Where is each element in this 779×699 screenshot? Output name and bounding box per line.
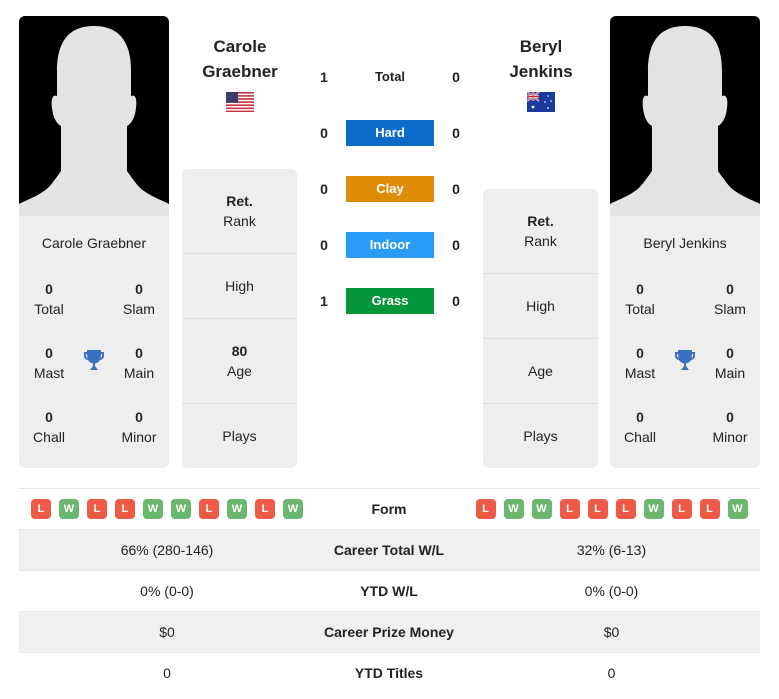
form-loss-badge[interactable]: L — [671, 499, 692, 519]
stats-row-ytd-wl: 0% (0-0) YTD W/L 0% (0-0) — [19, 570, 760, 611]
form-win-badge[interactable]: W — [227, 499, 247, 519]
left-titles-grid: 0 Total 0 Slam 0 Mast 0 Main 0 Chall 0 Minor — [19, 279, 169, 468]
titles-mast: 0 Mast — [624, 345, 656, 381]
titles-mast: 0 Mast — [33, 345, 65, 381]
right-player-name-line1[interactable]: Beryl — [476, 34, 606, 59]
titles-minor: 0 Minor — [121, 409, 157, 445]
form-loss-badge[interactable]: L — [31, 499, 51, 519]
stats-row-career-wl: 66% (280-146) Career Total W/L 32% (6-13… — [19, 529, 760, 570]
titles-chall: 0 Chall — [624, 409, 656, 445]
form-loss-badge[interactable]: L — [615, 499, 636, 519]
form-loss-badge[interactable]: L — [87, 499, 107, 519]
titles-total: 0 Total — [625, 281, 655, 317]
right-titles-grid: 0 Total 0 Slam 0 Mast 0 Main 0 Chall 0 Minor — [610, 279, 760, 468]
stats-row-ytd-titles: 0 YTD Titles 0 — [19, 652, 760, 693]
silhouette-icon — [610, 26, 760, 216]
form-win-badge[interactable]: W — [643, 499, 664, 519]
left-high: High — [182, 254, 297, 319]
form-loss-badge[interactable]: L — [559, 499, 580, 519]
left-form: LWLLWWLWLW — [19, 499, 315, 519]
surface-total-label: Total — [374, 69, 406, 84]
titles-minor: 0 Minor — [712, 409, 748, 445]
surface-grass-badge: Grass — [346, 288, 434, 314]
h2h-row-total: 1 Total 0 — [310, 64, 470, 90]
right-age: Age — [483, 339, 598, 404]
form-loss-badge[interactable]: L — [115, 499, 135, 519]
stat-label: YTD Titles — [354, 665, 424, 681]
trophy-icon — [675, 350, 695, 370]
left-player-photo — [19, 16, 169, 216]
stats-table: LWLLWWLWLW Form LWWLLLWLLW 66% (280-146)… — [19, 488, 760, 693]
left-player-header: Carole Graebner — [175, 34, 305, 115]
right-plays: Plays — [523, 428, 558, 444]
australia-flag-icon — [527, 92, 555, 112]
titles-main: 0 Main — [123, 345, 155, 381]
silhouette-icon — [19, 26, 169, 216]
left-value: $0 — [159, 624, 175, 640]
right-info-card: Ret. Rank High Age Plays — [483, 189, 598, 468]
left-player-name[interactable]: Carole Graebner — [19, 235, 169, 255]
left-rank: Ret. Rank — [182, 169, 297, 254]
left-value: 66% (280-146) — [120, 542, 214, 558]
left-age: 80 Age — [182, 319, 297, 404]
form-win-badge[interactable]: W — [531, 499, 552, 519]
form-win-badge[interactable]: W — [143, 499, 163, 519]
form-loss-badge[interactable]: L — [255, 499, 275, 519]
right-value: 32% (6-13) — [576, 542, 647, 558]
form-label: Form — [371, 501, 407, 517]
trophy-icon — [84, 350, 104, 370]
form-win-badge[interactable]: W — [59, 499, 79, 519]
form-win-badge[interactable]: W — [727, 499, 748, 519]
right-rank: Ret. Rank — [483, 189, 598, 274]
left-plays: Plays — [222, 428, 257, 444]
right-high: High — [483, 274, 598, 339]
left-player-name-line2[interactable]: Graebner — [175, 59, 305, 84]
right-player-photo — [610, 16, 760, 216]
form-loss-badge[interactable]: L — [699, 499, 720, 519]
right-value: 0% (0-0) — [584, 583, 639, 599]
right-value: $0 — [603, 624, 620, 640]
right-value: 0 — [607, 665, 616, 681]
form-row: LWLLWWLWLW Form LWWLLLWLLW — [19, 488, 760, 529]
right-player-header: Beryl Jenkins — [476, 34, 606, 115]
stat-label: Career Prize Money — [324, 624, 454, 640]
form-win-badge[interactable]: W — [171, 499, 191, 519]
titles-slam: 0 Slam — [714, 281, 746, 317]
form-loss-badge[interactable]: L — [587, 499, 608, 519]
h2h-row-indoor: 0 Indoor 0 — [310, 232, 470, 258]
surface-hard-badge: Hard — [346, 120, 434, 146]
h2h-row-hard: 0 Hard 0 — [310, 120, 470, 146]
stats-row-prize-money: $0 Career Prize Money $0 — [19, 611, 760, 652]
right-form: LWWLLLWLLW — [463, 499, 760, 519]
left-value: 0 — [163, 665, 171, 681]
titles-total: 0 Total — [34, 281, 64, 317]
titles-chall: 0 Chall — [33, 409, 65, 445]
left-info-card: Ret. Rank High 80 Age Plays — [182, 169, 297, 468]
form-win-badge[interactable]: W — [503, 499, 524, 519]
h2h-row-grass: 1 Grass 0 — [310, 288, 470, 314]
left-player-name-line1[interactable]: Carole — [175, 34, 305, 59]
left-value: 0% (0-0) — [140, 583, 194, 599]
surface-indoor-badge: Indoor — [346, 232, 434, 258]
titles-slam: 0 Slam — [123, 281, 155, 317]
us-flag-icon — [226, 92, 254, 112]
form-win-badge[interactable]: W — [283, 499, 303, 519]
stat-label: Career Total W/L — [333, 542, 445, 558]
form-loss-badge[interactable]: L — [199, 499, 219, 519]
surface-clay-badge: Clay — [346, 176, 434, 202]
right-player-name[interactable]: Beryl Jenkins — [610, 235, 760, 255]
right-player-card: Beryl Jenkins 0 Total 0 Slam 0 Mast 0 Main 0… — [610, 16, 760, 468]
h2h-row-clay: 0 Clay 0 — [310, 176, 470, 202]
form-loss-badge[interactable]: L — [475, 499, 496, 519]
right-player-name-line2[interactable]: Jenkins — [476, 59, 606, 84]
titles-main: 0 Main — [714, 345, 746, 381]
left-player-card: Carole Graebner 0 Total 0 Slam 0 Mast 0 Main… — [19, 16, 169, 468]
stat-label: YTD W/L — [360, 583, 418, 599]
